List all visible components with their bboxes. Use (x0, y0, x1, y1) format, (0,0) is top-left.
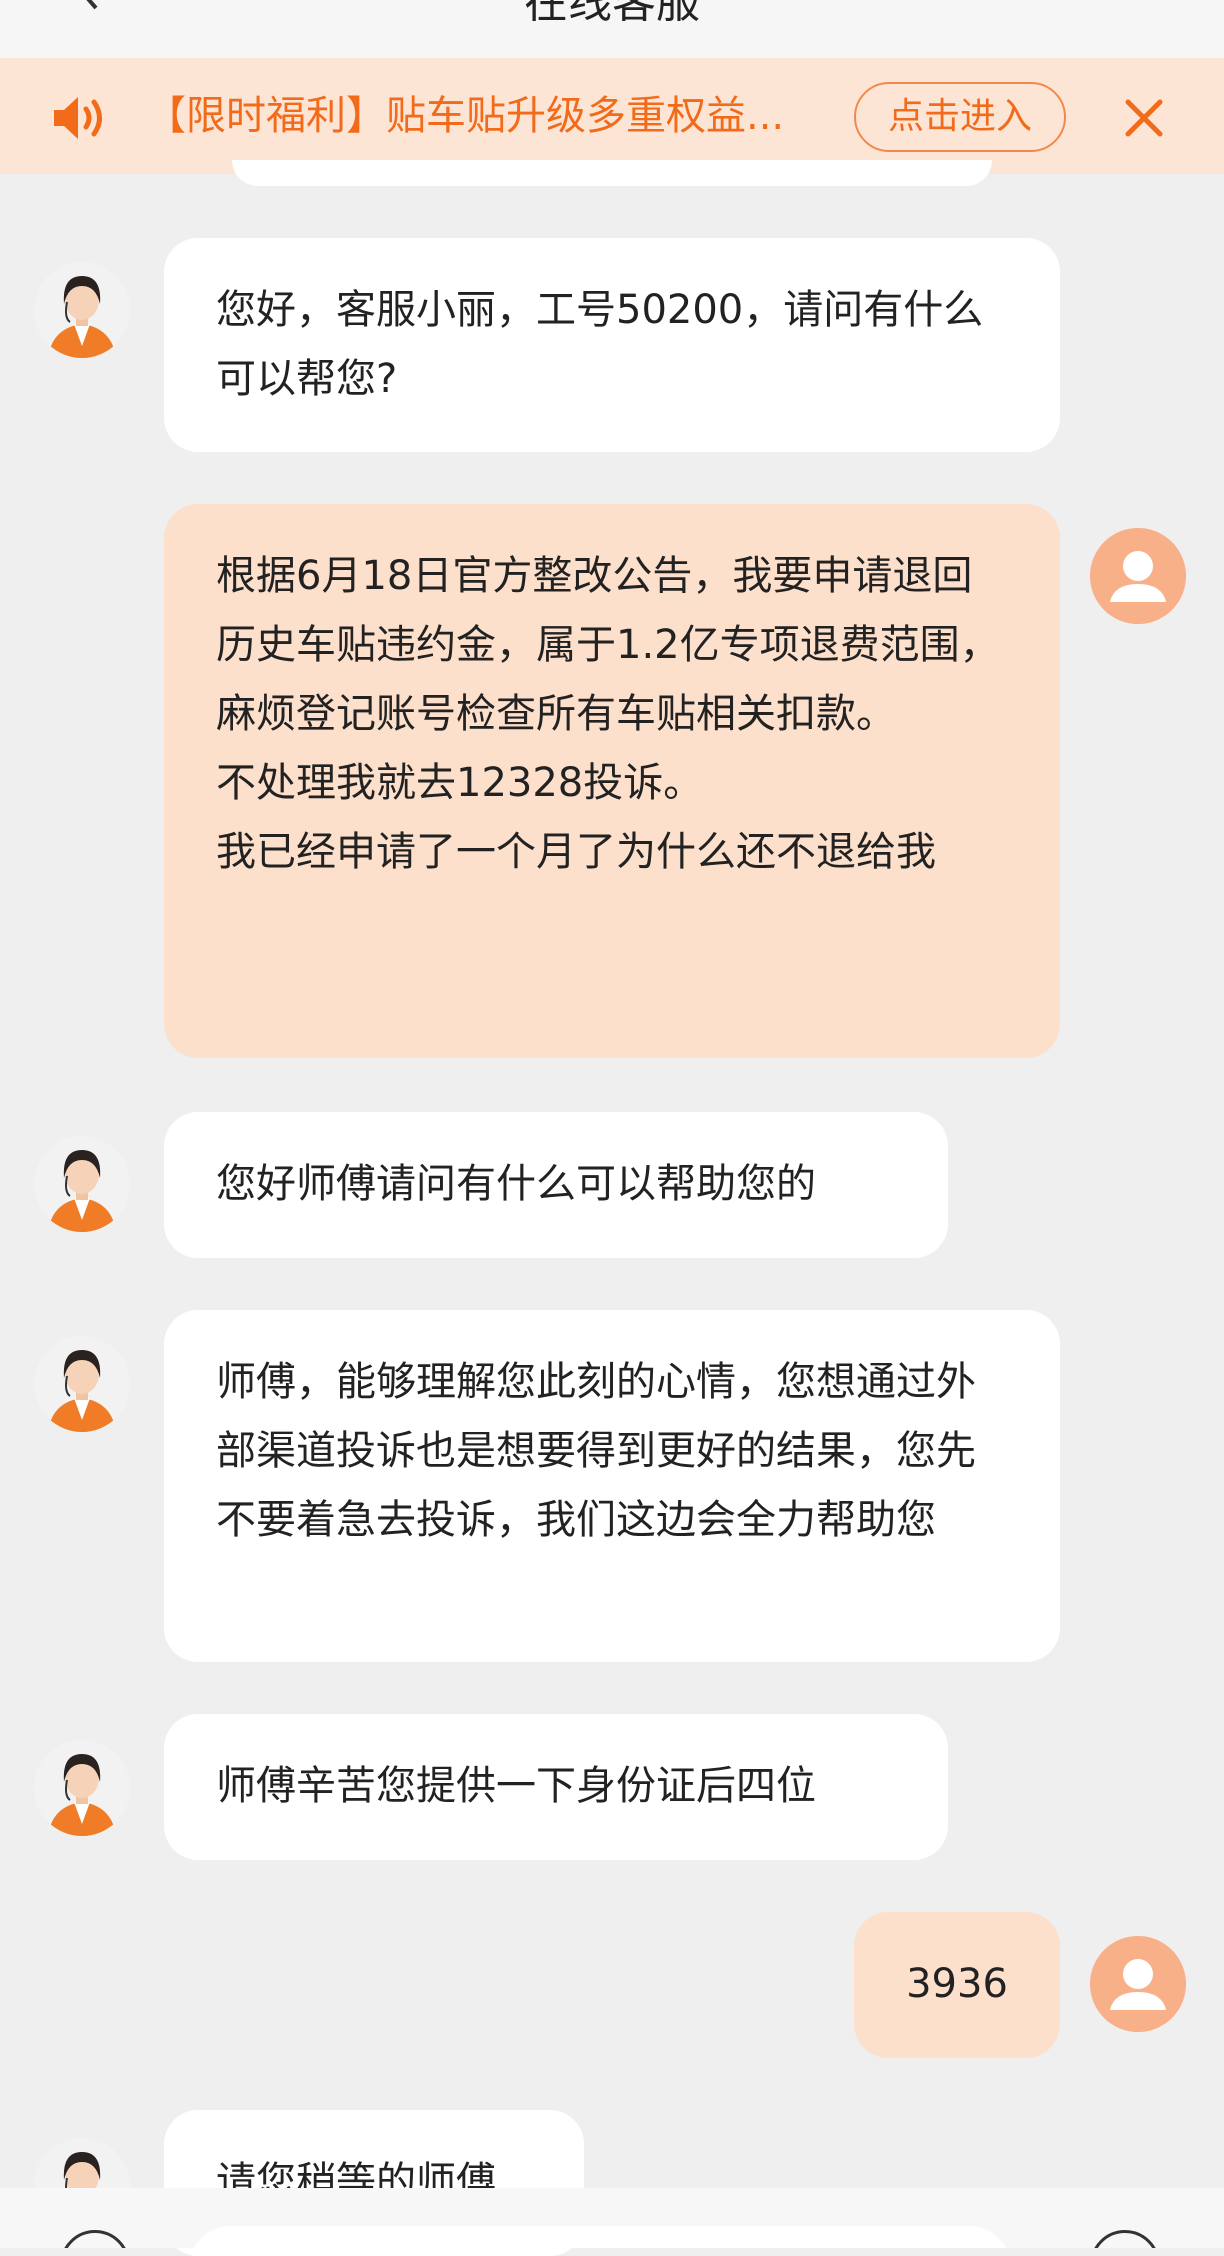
agent-message: 您好，客服小丽，工号50200，请问有什么可以帮您? (164, 238, 1060, 452)
message-input[interactable] (190, 2226, 1010, 2248)
user-avatar[interactable] (1090, 1936, 1186, 2032)
user-message: 3936 (854, 1912, 1060, 2058)
header-bar: 在线客服 (0, 0, 1224, 58)
agent-avatar[interactable] (34, 1336, 130, 1432)
user-avatar[interactable] (1090, 528, 1186, 624)
notice-text[interactable]: 【限时福利】贴车贴升级多重权益... (146, 86, 806, 146)
agent-message: 师傅，能够理解您此刻的心情，您想通过外部渠道投诉也是想要得到更好的结果，您先不要… (164, 1310, 1060, 1662)
user-message: 根据6月18日官方整改公告，我要申请退回历史车贴违约金，属于1.2亿专项退费范围… (164, 504, 1060, 1058)
agent-avatar[interactable] (34, 1740, 130, 1836)
agent-message: 师傅辛苦您提供一下身份证后四位 (164, 1714, 948, 1860)
enter-button[interactable]: 点击进入 (854, 82, 1066, 152)
agent-avatar[interactable] (34, 1136, 130, 1232)
agent-message: 您好师傅请问有什么可以帮助您的 (164, 1112, 948, 1258)
add-icon[interactable] (1090, 2230, 1160, 2248)
agent-avatar[interactable] (34, 262, 130, 358)
speaker-icon (54, 97, 102, 139)
voice-icon[interactable] (60, 2230, 130, 2248)
input-bar (0, 2188, 1224, 2248)
previous-message-bubble (232, 160, 992, 186)
close-icon[interactable] (1120, 94, 1168, 142)
page-title: 在线客服 (524, 0, 700, 28)
